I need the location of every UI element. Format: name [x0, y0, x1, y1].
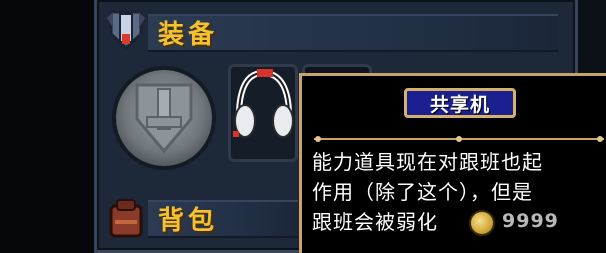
gold-coin-icon — [469, 210, 495, 236]
description-line: 能力道具现在对跟班也起 — [312, 150, 543, 174]
empty-equipment-slot[interactable] — [112, 66, 216, 170]
backpack-title: 背包 — [158, 206, 219, 236]
equipped-item-slot[interactable] — [228, 64, 298, 162]
armor-shield-icon — [104, 8, 148, 52]
backpack-icon — [104, 196, 148, 240]
equipment-title: 装备 — [158, 20, 219, 50]
description-line: 跟班会被弱化 — [312, 210, 438, 234]
tooltip-name-plate: 共享机 — [404, 88, 516, 118]
item-price: 9999 — [502, 210, 559, 232]
shield-silhouette-icon — [135, 83, 193, 154]
headphones-icon — [233, 69, 294, 138]
tooltip-divider — [314, 136, 604, 142]
description-line: 作用（除了这个），但是 — [312, 180, 533, 204]
item-name: 共享机 — [429, 93, 490, 116]
